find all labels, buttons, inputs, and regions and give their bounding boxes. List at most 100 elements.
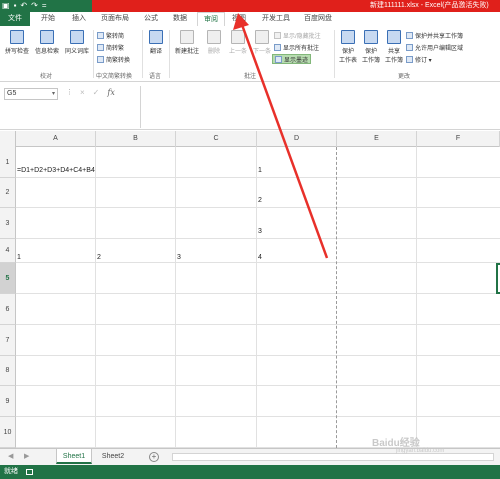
column-header-b[interactable]: B [96,131,176,147]
formula-input[interactable] [140,86,496,128]
protect-workbook-button[interactable]: 保护 工作簿 [360,30,382,64]
protect-share-button[interactable]: 保护并共享工作簿 [406,30,463,40]
new-comment-button[interactable]: 新建批注 [172,30,202,55]
group-label-language: 语言 [149,74,162,80]
row-header-6[interactable]: 6 [0,294,16,325]
allow-edit-ranges-button[interactable]: 允许用户编辑区域 [406,42,463,52]
sheet-tab-sheet2[interactable]: Sheet2 [94,449,132,464]
sheet-tab-sheet1[interactable]: Sheet1 [56,449,92,464]
chevron-down-icon[interactable]: ▾ [52,89,55,99]
gridline [256,147,257,448]
show-hide-comment-button[interactable]: 显示/隐藏批注 [274,30,321,40]
gridline [16,293,500,294]
cell-b4[interactable]: 2 [97,253,101,263]
tab-home[interactable]: 开始 [33,12,63,26]
translate-button[interactable]: 翻译 [145,30,167,55]
cancel-icon[interactable]: × [80,88,85,97]
simp-to-trad-button[interactable]: 简转繁 [97,42,124,52]
thesaurus-icon [70,30,84,44]
title-bar: ▣ ▪ ↶ ↷ = 新建111111.xlsx - Excel(产品激活失败) [0,0,500,12]
tab-data[interactable]: 数据 [166,12,194,26]
row-header-4[interactable]: 4 [0,239,16,263]
macro-record-icon[interactable] [26,469,33,475]
gridline [95,147,96,448]
next-comment-button[interactable]: 下一条 [250,30,274,55]
sheet-prev-icon[interactable]: ◀ [8,452,13,460]
research-button[interactable]: 信息检索 [32,30,62,55]
gridline [16,238,500,239]
cell-c4[interactable]: 3 [177,253,181,263]
convert-icon [97,43,104,51]
show-all-comments-button[interactable]: 显示所有批注 [274,42,319,52]
name-box[interactable]: G5 ▾ [4,88,58,100]
row-header-3[interactable]: 3 [0,208,16,239]
select-all-corner[interactable] [0,131,16,147]
gridline [175,147,176,448]
chinese-convert-button[interactable]: 简繁转换 [97,54,130,64]
save-icon[interactable]: ▪ [14,1,17,11]
gridline [16,385,500,386]
cell-d2[interactable]: 2 [258,196,262,206]
column-header-c[interactable]: C [176,131,257,147]
spell-check-button[interactable]: 拼写检查 [2,30,32,55]
row-header-8[interactable]: 8 [0,356,16,386]
cell-d1[interactable]: 1 [258,166,262,176]
page-break-line [336,147,337,448]
row-header-7[interactable]: 7 [0,325,16,356]
column-header-a[interactable]: A [16,131,96,147]
lock-icon [406,31,413,39]
tab-page-layout[interactable]: 页面布局 [96,12,134,26]
cell-a4[interactable]: 1 [17,253,21,263]
tab-baidu-netdisk[interactable]: 百度网盘 [300,12,336,26]
cell-d3[interactable]: 3 [258,227,262,237]
insert-function-icon[interactable]: fx [107,88,114,97]
gridline [16,324,500,325]
tab-developer[interactable]: 开发工具 [258,12,294,26]
protect-sheet-icon [341,30,355,44]
sheet-next-icon[interactable]: ▶ [24,452,29,460]
row-header-2[interactable]: 2 [0,178,16,208]
delete-comment-button[interactable]: 删除 [203,30,225,55]
add-sheet-icon[interactable]: + [149,452,159,462]
column-header-e[interactable]: E [337,131,417,147]
comment-icon [274,31,281,39]
undo-icon[interactable]: ↶ [20,1,27,11]
thesaurus-button[interactable]: 同义词库 [62,30,92,55]
show-ink-button[interactable]: 显示墨迹 [272,54,312,64]
row-header-10[interactable]: 10 [0,417,16,448]
trad-to-simp-button[interactable]: 繁转简 [97,30,124,40]
tab-formulas[interactable]: 公式 [138,12,164,26]
share-workbook-button[interactable]: 共享 工作簿 [383,30,405,64]
gridline [16,416,500,417]
horizontal-scrollbar[interactable] [172,453,494,461]
research-icon [40,30,54,44]
window-title: 新建111111.xlsx - Excel(产品激活失败) [370,2,489,9]
tab-view[interactable]: 视图 [226,12,252,26]
worksheet-grid[interactable]: A B C D E F 1 2 3 4 5 6 7 8 9 10 =D1+D2+… [0,131,500,448]
redo-icon[interactable]: ↷ [31,1,38,11]
column-header-d[interactable]: D [257,131,337,147]
next-comment-icon [255,30,269,44]
comment-icon [274,43,281,51]
cell-d4[interactable]: 4 [258,253,262,263]
column-header-f[interactable]: F [417,131,500,147]
gridline [16,207,500,208]
watermark: Baidu经验 jingyan.baidu.com [372,438,445,454]
tab-file[interactable]: 文件 [0,12,30,26]
translate-icon [149,30,163,44]
protect-sheet-button[interactable]: 保护 工作表 [337,30,359,64]
row-header-5[interactable]: 5 [0,263,16,294]
group-label-chinese: 中文简繁转换 [96,74,133,80]
active-cell-g5[interactable] [496,263,500,294]
row-header-9[interactable]: 9 [0,386,16,417]
cell-a1[interactable]: =D1+D2+D3+D4+C4+B4 [17,166,95,176]
track-changes-button[interactable]: 修订 ▾ [406,54,432,64]
quick-access-toolbar: ▣ ▪ ↶ ↷ = [2,1,46,11]
convert-icon [97,31,104,39]
enter-icon[interactable]: ✓ [93,88,100,97]
prev-comment-button[interactable]: 上一条 [226,30,250,55]
tab-review[interactable]: 审阅 [197,12,225,26]
tab-insert[interactable]: 插入 [64,12,94,26]
qat-more-icon[interactable]: = [42,1,47,11]
row-header-1[interactable]: 1 [0,147,16,178]
